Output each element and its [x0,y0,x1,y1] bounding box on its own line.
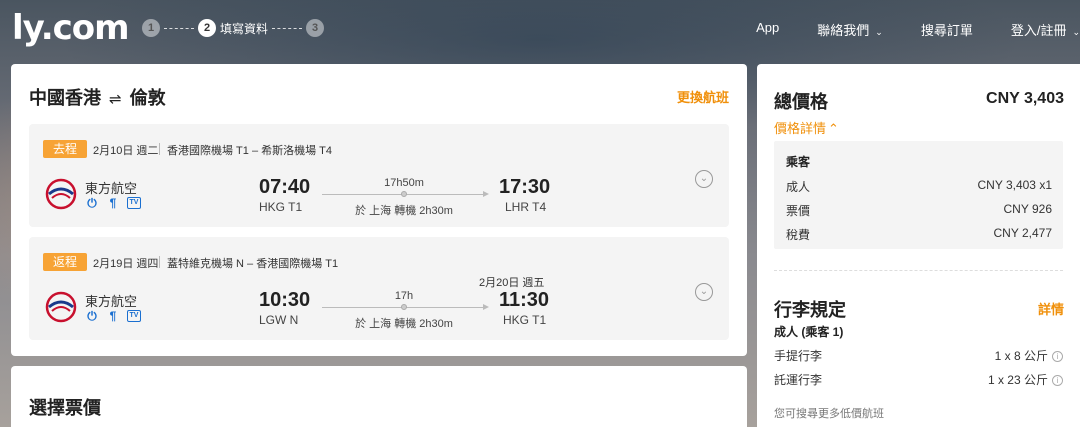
segment-airports: 香港國際機場 T1 – 希斯洛機場 T4 [167,145,333,157]
divider [159,256,160,268]
price-row: 成人 CNY 3,403 x1 [786,178,1052,194]
arrival-airport: LHR T4 [505,200,547,214]
airline-logo-icon [45,291,77,323]
passenger-head: 乘客 [786,155,811,169]
price-breakdown: 乘客 成人 CNY 3,403 x1 票價 CNY 926 稅費 CNY 2,4… [774,141,1063,249]
inbound-segment[interactable]: 返程 2月19日 週四 蓋特維克機場 N – 香港國際機場 T1 東方航空 ⏻ … [29,237,729,340]
price-row: 稅費 CNY 2,477 [786,226,1052,242]
segment-airports: 蓋特維克機場 N – 香港國際機場 T1 [167,258,339,270]
flight-duration: 17h50m [384,177,424,189]
arrow-icon [483,304,489,310]
segment-tag: 返程 [43,253,87,271]
power-plug-icon: ⏻ [87,309,97,323]
baggage-passenger: 成人 (乘客 1) [774,325,844,339]
top-header: ly.com 1 2 填寫資料 3 App 聯絡我們 ⌄ 搜尋訂單 登入/註冊 ⌄ [0,0,1080,60]
fare-title: 選擇票價 [29,398,101,418]
price-title: 總價格 [774,92,828,112]
step-2: 2 [198,19,216,37]
fare-card: 選擇票價 [11,366,747,427]
step-connector [272,27,303,29]
site-logo[interactable]: ly.com [12,8,130,48]
transfer-info: 於 上海 轉機 2h30m [355,205,453,217]
baggage-note: 您可搜尋更多低價航班 [774,408,884,420]
step-connector [164,27,194,29]
arrival-time: 17:30 [499,176,551,198]
expand-icon[interactable]: ⌄ [695,170,713,188]
arrival-airport: HKG T1 [503,313,547,327]
nav-app[interactable]: App [756,20,779,39]
airline-name: 東方航空 [85,294,138,309]
airline-name: 東方航空 [85,181,138,196]
airline-logo-icon [45,178,77,210]
price-row: 票價 CNY 926 [786,202,1052,218]
baggage-detail-link[interactable]: 詳情 [1038,299,1064,318]
chevron-down-icon: ⌄ [875,27,883,37]
departure-time: 10:30 [259,289,311,311]
power-plug-icon: ⏻ [87,196,97,210]
arrival-date: 2月20日 週五 [479,277,545,289]
info-icon[interactable]: i [1052,375,1063,386]
change-flight-link[interactable]: 更換航班 [677,87,729,106]
round-trip-icon: ⇌ [109,91,122,108]
segment-date: 2月10日 週二 [93,145,159,157]
departure-time: 07:40 [259,176,311,198]
step-2-label: 填寫資料 [220,21,269,36]
itinerary-card: 中國香港 ⇌ 倫敦 更換航班 去程 2月10日 週二 香港國際機場 T1 – 希… [11,64,747,356]
arrow-icon [483,191,489,197]
baggage-row: 託運行李 1 x 23 公斤 i [774,371,1063,388]
nav-search-order[interactable]: 搜尋訂單 [921,20,973,39]
amenities: ⏻ ¶ TV [85,309,148,323]
info-icon[interactable]: i [1052,351,1063,362]
outbound-segment[interactable]: 去程 2月10日 週二 香港國際機場 T1 – 希斯洛機場 T4 東方航空 ⏻ … [29,124,729,227]
segment-date: 2月19日 週四 [93,258,159,270]
expand-icon[interactable]: ⌄ [695,283,713,301]
divider [159,143,160,155]
meal-icon: ¶ [109,309,117,323]
progress-steps: 1 2 填寫資料 3 [142,19,325,37]
nav-login[interactable]: 登入/註冊 ⌄ [1011,20,1080,39]
chevron-up-icon: ⌃ [828,121,839,136]
arrival-time: 11:30 [499,289,550,311]
price-total: CNY 3,403 [986,90,1064,107]
departure-airport: HKG T1 [259,200,303,214]
stop-dot [401,304,407,310]
transfer-info: 於 上海 轉機 2h30m [355,318,453,330]
meal-icon: ¶ [109,196,117,210]
step-3: 3 [306,19,325,37]
price-card: 總價格 CNY 3,403 價格詳情 ⌃ 乘客 成人 CNY 3,403 x1 票… [757,64,1080,427]
baggage-row: 手提行李 1 x 8 公斤 i [774,347,1063,364]
route-title: 中國香港 ⇌ 倫敦 [29,88,166,108]
departure-airport: LGW N [259,313,299,327]
flight-duration: 17h [394,290,414,302]
segment-tag: 去程 [43,140,87,158]
divider [774,270,1063,271]
nav-contact[interactable]: 聯絡我們 ⌄ [817,20,883,39]
price-detail-toggle[interactable]: 價格詳情 ⌃ [774,118,839,137]
amenities: ⏻ ¶ TV [85,196,148,210]
step-1: 1 [142,19,160,37]
tv-icon: TV [127,310,141,322]
baggage-title: 行李規定 [774,300,846,320]
chevron-down-icon: ⌄ [1072,27,1080,37]
stop-dot [401,191,407,197]
top-nav: App 聯絡我們 ⌄ 搜尋訂單 登入/註冊 ⌄ [718,20,1080,39]
tv-icon: TV [127,197,141,209]
